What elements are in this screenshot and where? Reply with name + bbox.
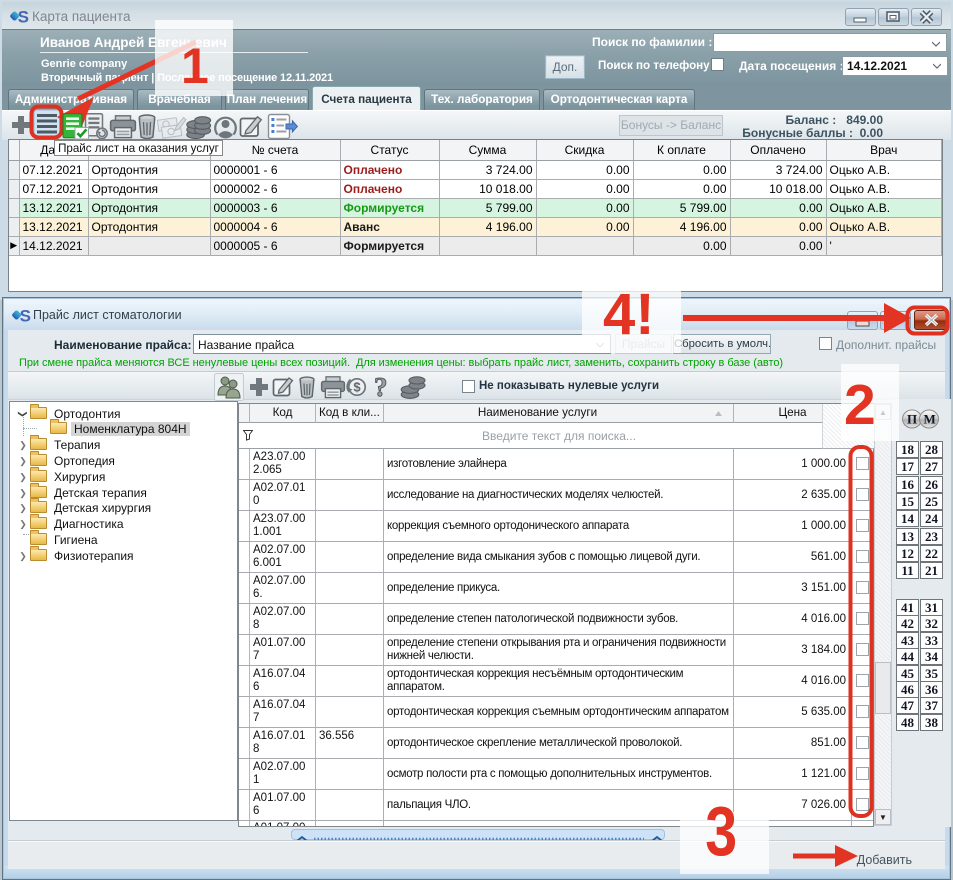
svg-text:S: S [20,307,31,326]
svg-text:?: ? [374,373,388,401]
svg-text:П: П [907,412,917,427]
svg-text:S: S [18,8,29,27]
svg-text:$: $ [353,380,361,395]
svg-text:М: М [924,412,936,427]
